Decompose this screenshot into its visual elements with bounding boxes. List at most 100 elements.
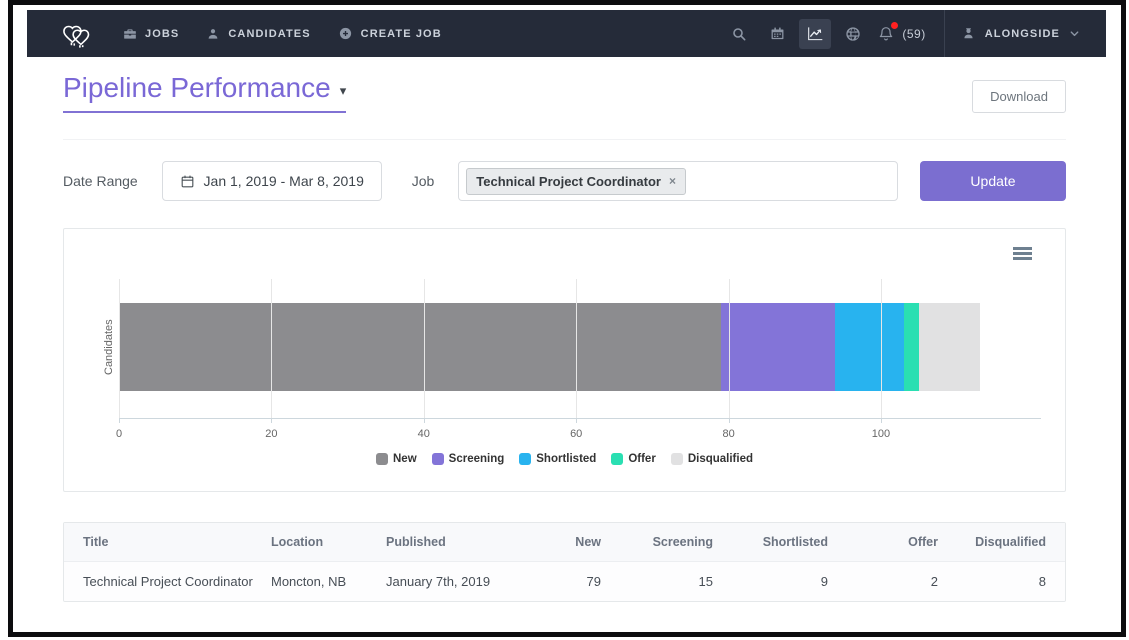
legend-label: Shortlisted [536,453,596,465]
plot-area: Candidates 020406080100 [119,279,1041,418]
job-tag-chip: Technical Project Coordinator × [466,168,686,195]
column-header-offer[interactable]: Offer [828,523,938,562]
nav-candidates[interactable]: CANDIDATES [206,27,310,41]
axis-tick-label: 40 [418,428,430,440]
nav-jobs[interactable]: JOBS [123,27,179,41]
axis-tick-20 [271,418,272,423]
legend-item-offer[interactable]: Offer [611,453,655,465]
bar-segment-new [119,303,721,391]
bar-segment-offer [904,303,919,391]
legend-label: New [393,453,417,465]
job-multiselect-input[interactable]: Technical Project Coordinator × [458,161,898,201]
cell-published: January 7th, 2019 [386,562,506,602]
nav-candidates-label: CANDIDATES [228,28,310,40]
gridline-80 [729,279,730,418]
filters-bar: Date Range Jan 1, 2019 - Mar 8, 2019 Job… [63,160,1066,202]
table-body: Technical Project CoordinatorMoncton, NB… [64,562,1066,602]
date-range-input[interactable]: Jan 1, 2019 - Mar 8, 2019 [162,161,382,201]
report-selector[interactable]: Pipeline Performance ▾ [63,72,346,113]
chart-legend: New Screening Shortlisted Offer Disqualified [64,453,1065,465]
nav-create-job-label: CREATE JOB [361,28,442,40]
cell-new: 79 [506,562,601,602]
legend-item-screening[interactable]: Screening [432,453,505,465]
legend-swatch-icon [376,453,388,465]
account-menu[interactable]: ALONGSIDE [961,26,1106,41]
legend-label: Offer [628,453,655,465]
table-header-row: TitleLocationPublishedNewScreeningShortl… [64,523,1066,562]
axis-tick-label: 60 [570,428,582,440]
job-label: Job [412,173,435,189]
legend-label: Screening [449,453,505,465]
column-header-screening[interactable]: Screening [601,523,713,562]
page-title: Pipeline Performance [63,72,331,104]
bar-segment-shortlisted [835,303,904,391]
calendar-icon[interactable] [761,19,793,49]
axis-tick-label: 0 [116,428,122,440]
person-icon [206,27,220,41]
gridline-20 [271,279,272,418]
legend-swatch-icon [432,453,444,465]
legend-label: Disqualified [688,453,753,465]
axis-tick-0 [119,418,120,423]
navbar-left: JOBS CANDIDATES CREATE JOB [27,19,469,49]
notifications[interactable]: (59) [875,23,925,45]
column-header-disqualified[interactable]: Disqualified [938,523,1066,562]
stacked-bar [119,303,980,391]
column-header-published[interactable]: Published [386,523,506,562]
cell-title: Technical Project Coordinator [64,562,271,602]
navbar-right: (59) ALONGSIDE [720,10,1106,57]
pipeline-table: TitleLocationPublishedNewScreeningShortl… [64,523,1066,601]
plus-circle-icon [338,26,353,41]
date-range-value: Jan 1, 2019 - Mar 8, 2019 [204,173,364,189]
download-button[interactable]: Download [972,80,1066,113]
top-navbar: JOBS CANDIDATES CREATE JOB [27,10,1106,57]
navbar-divider [944,10,945,57]
cell-disqualified: 8 [938,562,1066,602]
page-header: Pipeline Performance ▾ Download [63,72,1066,140]
gridline-60 [576,279,577,418]
alongside-logo-icon[interactable] [59,19,97,49]
date-range-label: Date Range [63,173,138,189]
x-axis-line [119,418,1041,419]
chip-remove-icon[interactable]: × [669,174,676,188]
bar-segment-screening [721,303,835,391]
globe-icon[interactable] [837,19,869,49]
gridline-0 [119,279,120,418]
cell-location: Moncton, NB [271,562,386,602]
nav-jobs-label: JOBS [145,28,179,40]
cell-offer: 2 [828,562,938,602]
job-tag-label: Technical Project Coordinator [476,174,661,189]
legend-swatch-icon [671,453,683,465]
column-header-new[interactable]: New [506,523,601,562]
column-header-title[interactable]: Title [64,523,271,562]
chart-export-menu-icon[interactable] [1013,247,1032,262]
analytics-icon[interactable] [799,19,831,49]
table-row[interactable]: Technical Project CoordinatorMoncton, NB… [64,562,1066,602]
legend-item-shortlisted[interactable]: Shortlisted [519,453,596,465]
account-person-icon [961,26,976,41]
cell-shortlisted: 9 [713,562,828,602]
notification-count: (59) [902,27,925,41]
chevron-down-icon [1069,28,1080,39]
axis-tick-60 [576,418,577,423]
legend-item-new[interactable]: New [376,453,417,465]
update-button[interactable]: Update [920,161,1066,201]
nav-create-job[interactable]: CREATE JOB [338,26,442,41]
legend-item-disqualified[interactable]: Disqualified [671,453,753,465]
bell-icon [875,23,897,45]
calendar-small-icon [180,174,195,189]
notification-dot [891,22,898,29]
axis-tick-label: 20 [265,428,277,440]
account-label: ALONGSIDE [985,28,1060,40]
gridline-100 [881,279,882,418]
column-header-location[interactable]: Location [271,523,386,562]
axis-tick-label: 100 [872,428,890,440]
column-header-shortlisted[interactable]: Shortlisted [713,523,828,562]
cell-screening: 15 [601,562,713,602]
gridline-40 [424,279,425,418]
axis-tick-80 [729,418,730,423]
axis-tick-40 [424,418,425,423]
search-icon[interactable] [723,19,755,49]
pipeline-performance-page: JOBS CANDIDATES CREATE JOB [0,0,1129,640]
legend-swatch-icon [519,453,531,465]
